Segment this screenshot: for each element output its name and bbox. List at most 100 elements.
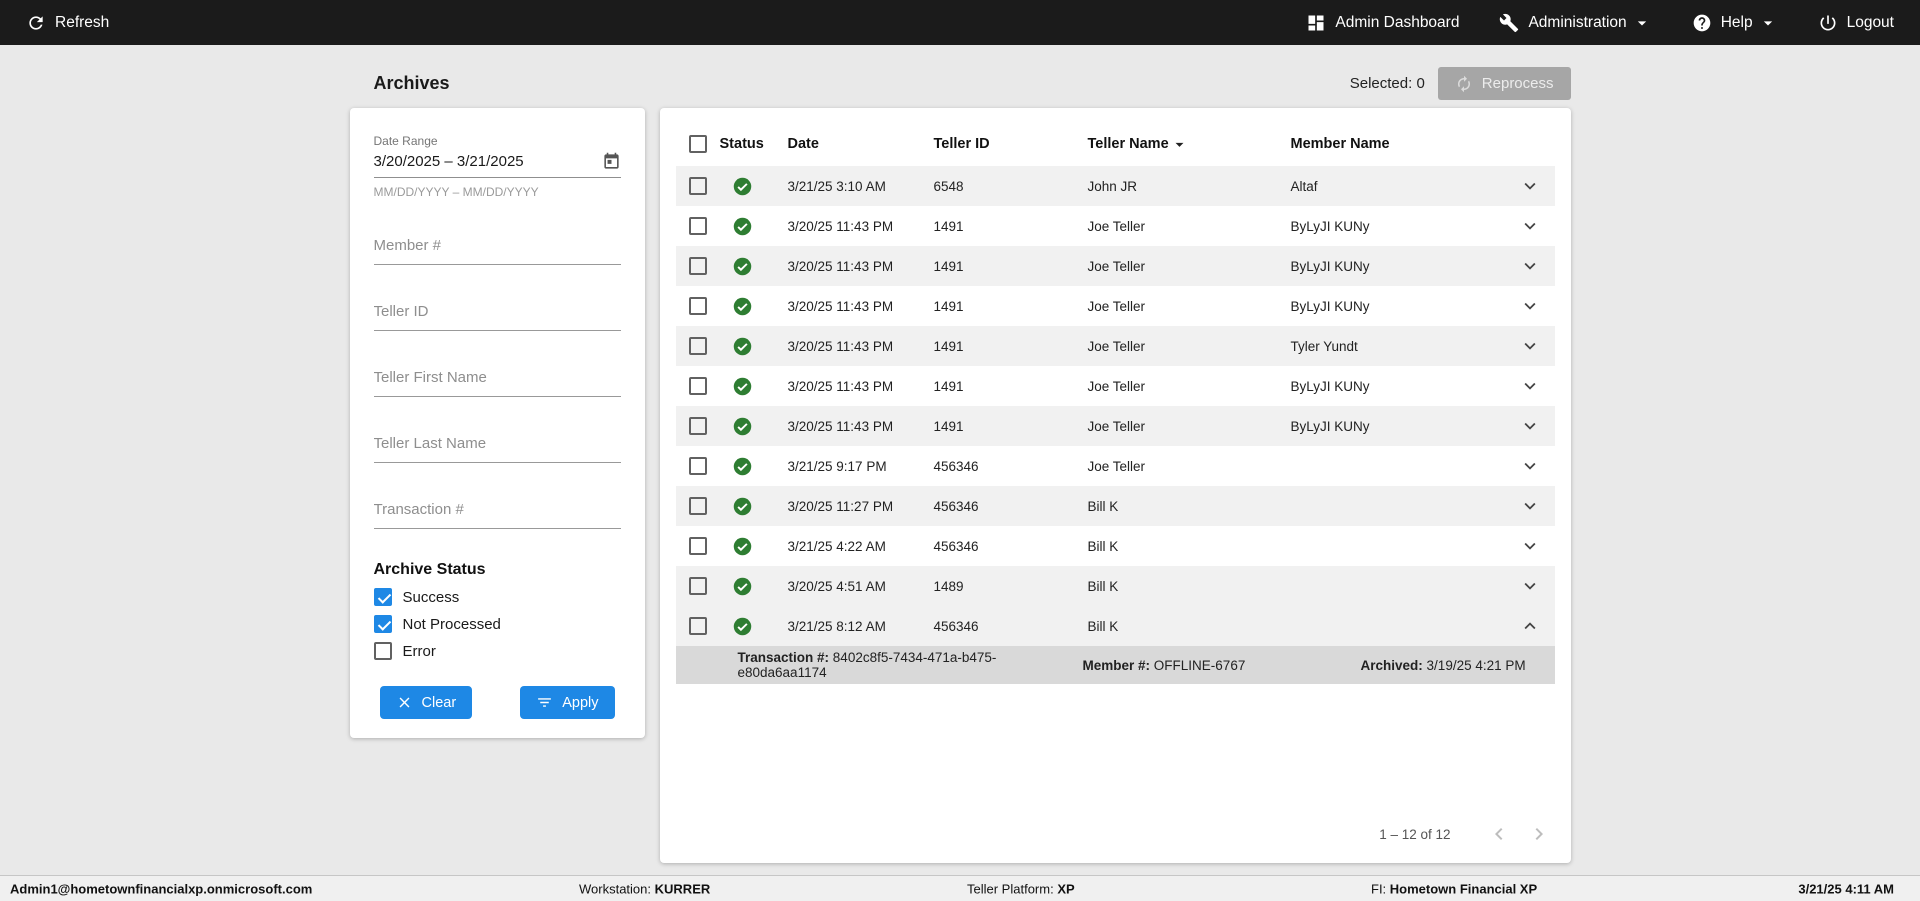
select-all-checkbox[interactable] <box>688 135 707 153</box>
status-success-icon <box>732 376 753 397</box>
row-date: 3/21/25 8:12 AM <box>787 618 886 634</box>
table-row[interactable]: 3/20/25 11:43 PM 1491 Joe Teller ByLyJI … <box>675 406 1555 446</box>
row-expand-button[interactable] <box>1505 535 1555 557</box>
row-checkbox[interactable] <box>688 377 707 395</box>
date-range-label: Date Range <box>373 134 438 148</box>
archive-status-heading: Archive Status <box>373 561 486 578</box>
teller-first-name-input[interactable] <box>373 369 621 386</box>
date-range-helper: MM/DD/YYYY – MM/DD/YYYY <box>373 185 539 199</box>
admin-dashboard-button[interactable]: Admin Dashboard <box>1306 13 1459 33</box>
administration-menu[interactable]: Administration <box>1499 13 1651 33</box>
success-checkbox[interactable] <box>373 588 392 606</box>
clear-label: Clear <box>421 694 457 711</box>
error-checkbox[interactable] <box>373 642 392 660</box>
row-checkbox[interactable] <box>688 337 707 355</box>
teller-id-input[interactable] <box>373 303 621 320</box>
table-row[interactable]: 3/20/25 11:43 PM 1491 Joe Teller ByLyJI … <box>676 206 1555 246</box>
row-expand-button[interactable] <box>1505 375 1555 397</box>
table-row[interactable]: 3/21/25 8:12 AM 456346 Bill K <box>675 606 1555 646</box>
table-row[interactable]: 3/20/25 11:43 PM 1491 Joe Teller ByLyJI … <box>675 246 1555 286</box>
transaction-number-input[interactable] <box>373 501 621 518</box>
workstation-label: Workstation: <box>579 881 652 896</box>
table-row[interactable]: 3/21/25 9:17 PM 456346 Joe Teller <box>676 446 1555 486</box>
administration-label: Administration <box>1528 13 1627 31</box>
row-checkbox[interactable] <box>688 617 707 635</box>
row-expand-button[interactable] <box>1505 575 1555 597</box>
table-row[interactable]: 3/21/25 3:10 AM 6548 John JR Altaf <box>675 166 1555 206</box>
next-page-button[interactable] <box>1525 820 1553 848</box>
column-header-status[interactable]: Status <box>720 136 788 152</box>
row-checkbox[interactable] <box>688 417 707 435</box>
row-checkbox[interactable] <box>688 497 707 515</box>
row-expand-button[interactable] <box>1505 295 1555 317</box>
previous-page-button[interactable] <box>1485 820 1513 848</box>
transaction-number-field <box>373 501 621 529</box>
teller-last-name-field <box>373 435 621 463</box>
main-content: Archives Selected: 0 Reprocess Date Rang… <box>0 45 1920 875</box>
chevron-down-icon <box>1524 342 1535 350</box>
column-header-member-name[interactable]: Member Name <box>1291 136 1505 152</box>
calendar-icon[interactable] <box>602 152 621 171</box>
financial-institution-info: FI: Hometown Financial XP <box>1371 881 1537 896</box>
row-teller-id: 456346 <box>933 458 979 474</box>
row-checkbox[interactable] <box>688 257 707 275</box>
column-header-teller-name[interactable]: Teller Name <box>1088 135 1291 154</box>
date-range-input[interactable] <box>373 153 602 170</box>
row-checkbox[interactable] <box>688 217 707 235</box>
refresh-button[interactable]: Refresh <box>26 13 109 33</box>
row-expand-button[interactable] <box>1505 455 1555 477</box>
row-expand-button[interactable] <box>1505 215 1555 237</box>
page-title: Archives <box>373 73 450 93</box>
row-expand-button[interactable] <box>1505 615 1555 637</box>
status-option-error: Error <box>373 642 621 660</box>
reprocess-button[interactable]: Reprocess <box>1437 67 1571 100</box>
row-date: 3/20/25 11:43 PM <box>787 218 894 234</box>
chevron-down-icon <box>1524 182 1535 190</box>
row-expand-button[interactable] <box>1505 335 1555 357</box>
teller-last-name-input[interactable] <box>373 435 621 452</box>
status-success-icon <box>732 536 753 557</box>
archived-value: 3/19/25 4:21 PM <box>1426 657 1526 673</box>
not-processed-checkbox[interactable] <box>373 615 392 633</box>
row-expand-button[interactable] <box>1505 415 1555 437</box>
logout-button[interactable]: Logout <box>1818 13 1894 33</box>
row-expand-button[interactable] <box>1505 255 1555 277</box>
table-row[interactable]: 3/20/25 11:43 PM 1491 Joe Teller ByLyJI … <box>676 366 1555 406</box>
row-date: 3/20/25 11:43 PM <box>787 258 894 274</box>
chevron-down-icon <box>1524 502 1535 510</box>
row-teller-id: 6548 <box>933 178 964 194</box>
clear-button[interactable]: Clear <box>379 686 473 719</box>
not-processed-label: Not Processed <box>402 615 501 633</box>
row-teller-name: Bill K <box>1087 578 1119 594</box>
row-expand-button[interactable] <box>1505 175 1555 197</box>
chevron-down-icon <box>1524 582 1535 590</box>
row-teller-name: Joe Teller <box>1087 338 1146 354</box>
table-row[interactable]: 3/20/25 4:51 AM 1489 Bill K <box>675 566 1555 606</box>
date-range-field <box>373 152 621 178</box>
table-row[interactable]: 3/20/25 11:43 PM 1491 Joe Teller Tyler Y… <box>675 326 1555 366</box>
apply-button[interactable]: Apply <box>520 686 615 719</box>
teller-platform-info: Teller Platform: XP <box>967 881 1075 896</box>
status-success-icon <box>732 496 753 517</box>
chevron-left-icon <box>1494 828 1502 840</box>
member-number-input[interactable] <box>373 237 621 254</box>
row-date: 3/20/25 11:43 PM <box>787 418 894 434</box>
row-expand-button[interactable] <box>1505 495 1555 517</box>
table-row[interactable]: 3/20/25 11:27 PM 456346 Bill K <box>675 486 1555 526</box>
row-checkbox[interactable] <box>688 297 707 315</box>
help-menu[interactable]: Help <box>1692 13 1778 33</box>
chevron-down-icon <box>1524 262 1535 270</box>
column-header-teller-id[interactable]: Teller ID <box>934 136 1088 152</box>
table-row[interactable]: 3/20/25 11:43 PM 1491 Joe Teller ByLyJI … <box>676 286 1555 326</box>
row-checkbox[interactable] <box>688 457 707 475</box>
row-teller-id: 1489 <box>933 578 964 594</box>
table-row[interactable]: 3/21/25 4:22 AM 456346 Bill K <box>676 526 1555 566</box>
row-member-name: Altaf <box>1290 178 1318 194</box>
row-checkbox[interactable] <box>688 577 707 595</box>
detail-archived: Archived: 3/19/25 4:21 PM <box>1361 658 1555 673</box>
row-checkbox[interactable] <box>688 537 707 555</box>
row-teller-id: 1491 <box>933 298 964 314</box>
row-checkbox[interactable] <box>688 177 707 195</box>
column-header-date[interactable]: Date <box>788 136 934 152</box>
workstation-info: Workstation: KURRER <box>579 881 710 896</box>
